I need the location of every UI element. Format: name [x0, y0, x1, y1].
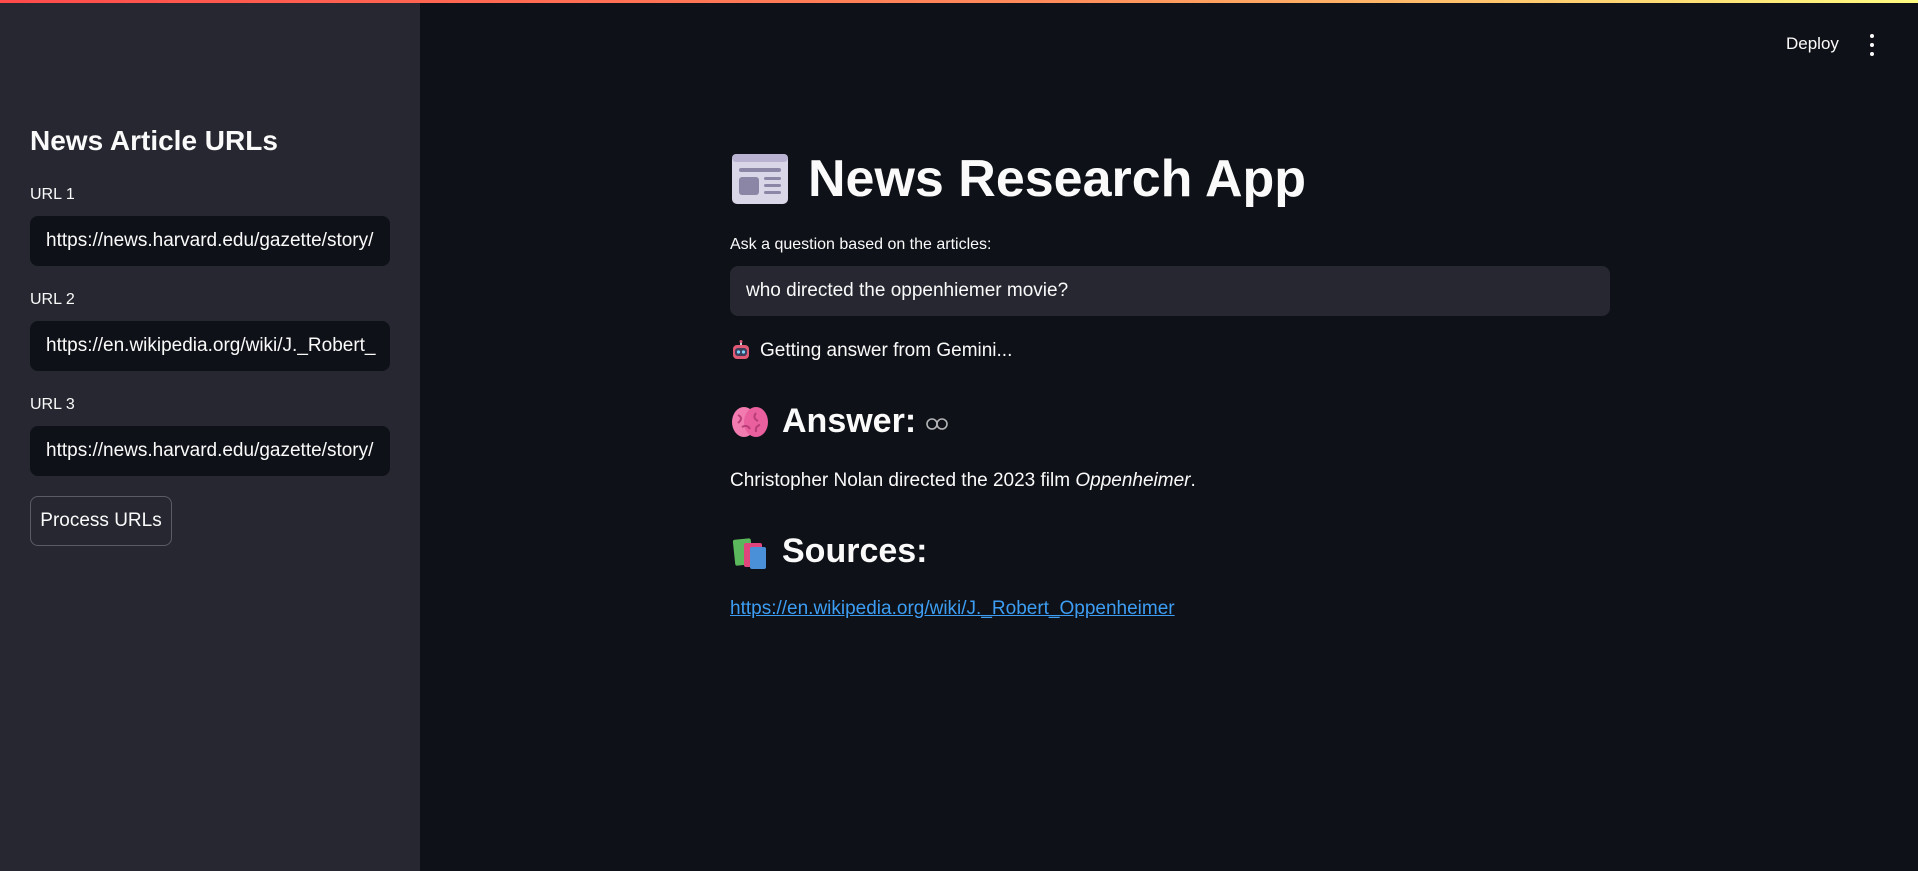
url-1-input[interactable]: https://news.harvard.edu/gazette/story/	[30, 216, 390, 266]
brain-icon	[732, 406, 768, 437]
url-2-label: URL 2	[30, 291, 75, 308]
books-icon	[732, 537, 766, 569]
robot-icon	[733, 340, 749, 359]
page-title: News Research App	[730, 144, 1306, 214]
kebab-menu-icon[interactable]	[1862, 34, 1882, 56]
url-3-input[interactable]: https://news.harvard.edu/gazette/story/	[30, 426, 390, 476]
answer-heading-text: Answer:	[782, 402, 917, 440]
url-1-label: URL 1	[30, 186, 75, 203]
status-message: Getting answer from Gemini...	[730, 340, 1012, 362]
answer-text-italic: Oppenheimer	[1075, 470, 1191, 491]
url-3-value: https://news.harvard.edu/gazette/story/	[46, 440, 374, 461]
page-title-text: News Research App	[808, 150, 1307, 208]
sidebar: News Article URLs URL 1 https://news.har…	[0, 0, 420, 871]
question-value: who directed the oppenhiemer movie?	[746, 280, 1069, 301]
anchor-link-icon[interactable]	[926, 417, 948, 430]
sidebar-title: News Article URLs	[30, 125, 278, 156]
url-3-label: URL 3	[30, 396, 75, 413]
answer-heading: Answer:	[730, 402, 948, 441]
question-label: Ask a question based on the articles:	[730, 236, 992, 253]
answer-text-prefix: Christopher Nolan directed the 2023 film	[730, 470, 1076, 491]
url-2-value: https://en.wikipedia.org/wiki/J._Robert_	[46, 335, 376, 356]
url-2-input[interactable]: https://en.wikipedia.org/wiki/J._Robert_	[30, 321, 390, 371]
status-text: Getting answer from Gemini...	[760, 340, 1013, 361]
answer-text: Christopher Nolan directed the 2023 film…	[730, 470, 1196, 492]
deploy-button[interactable]: Deploy	[1786, 34, 1839, 54]
sources-heading-text: Sources:	[782, 532, 928, 570]
newspaper-icon	[732, 154, 788, 204]
process-urls-button[interactable]: Process URLs	[30, 496, 172, 546]
sources-heading: Sources:	[730, 532, 928, 571]
question-input[interactable]: who directed the oppenhiemer movie?	[730, 266, 1610, 316]
source-link[interactable]: https://en.wikipedia.org/wiki/J._Robert_…	[730, 598, 1175, 620]
top-decoration-bar	[0, 0, 1918, 3]
url-1-value: https://news.harvard.edu/gazette/story/	[46, 230, 374, 251]
answer-text-suffix: .	[1190, 470, 1196, 491]
